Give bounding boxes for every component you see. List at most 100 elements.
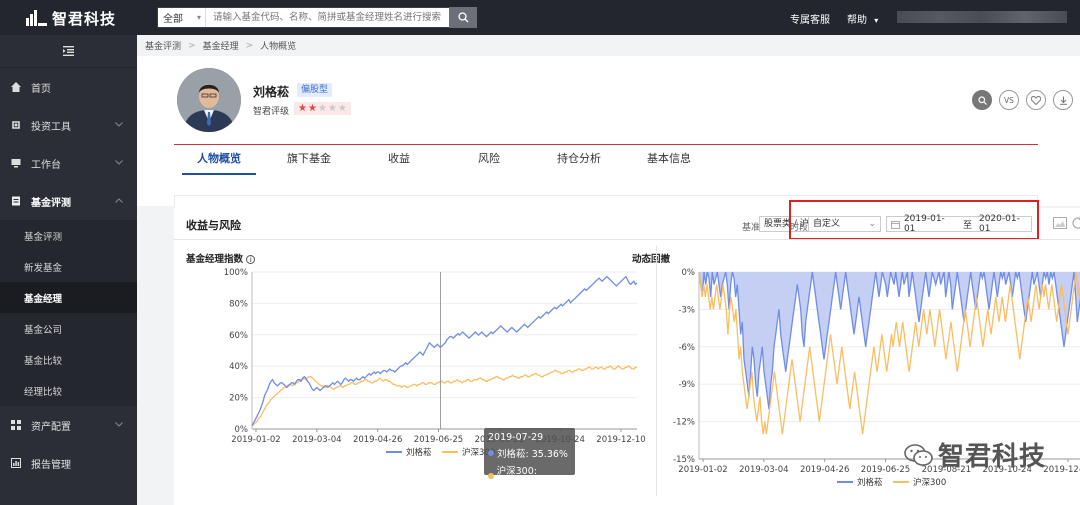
x-tick-label: 2019-04-26 bbox=[353, 435, 402, 445]
sidebar-item-label: 报告管理 bbox=[31, 459, 71, 471]
legend-dot-icon bbox=[488, 472, 494, 479]
watermark: 智君科技 bbox=[904, 436, 1046, 473]
y-tick-label: 80% bbox=[229, 299, 248, 309]
breadcrumb-item[interactable]: 基金经理 bbox=[203, 39, 239, 52]
caret-down-icon: ▾ bbox=[874, 16, 879, 25]
breadcrumb-item[interactable]: 基金评测 bbox=[145, 39, 181, 52]
chart-tooltip: 2019-07-29 刘格菘: 35.36% 沪深300: 29.79% bbox=[484, 428, 575, 488]
search-input[interactable] bbox=[206, 8, 449, 27]
chevron-down-icon bbox=[115, 419, 123, 430]
sidebar-item-label: 首页 bbox=[31, 83, 51, 95]
date-end: 2020-01-01 bbox=[978, 214, 1020, 234]
y-tick-label: 60% bbox=[229, 331, 248, 341]
x-tick-label: 2019-06-25 bbox=[861, 465, 910, 475]
x-tick-label: 2019-04-26 bbox=[800, 465, 849, 475]
sidebar-item-home[interactable]: 首页 bbox=[0, 68, 137, 106]
avatar bbox=[177, 68, 241, 132]
tooltip-row-manager: 刘格菘: 35.36% bbox=[488, 446, 571, 460]
chart-image-button[interactable] bbox=[1052, 215, 1068, 231]
x-tick-label: 2019-01-02 bbox=[678, 465, 727, 475]
search-icon bbox=[457, 12, 468, 23]
benchmark-label: 基准 bbox=[742, 223, 761, 233]
tab-bar: 人物概览 旗下基金 收益 风险 持仓分析 基本信息 bbox=[174, 145, 1038, 175]
logo[interactable]: 智君科技 bbox=[26, 8, 116, 28]
tools-icon bbox=[10, 119, 22, 131]
y-tick-label: -12% bbox=[673, 418, 695, 428]
main-content: 基金评测 > 基金经理 > 人物概览 刘格菘 偏股型 智君评级 ★ ★ ★ ★ ★ bbox=[137, 35, 1080, 505]
tab-returns[interactable]: 收益 bbox=[354, 145, 444, 172]
tab-holdings[interactable]: 持仓分析 bbox=[534, 145, 624, 172]
sidebar-sub-fund-company[interactable]: 基金公司 bbox=[0, 313, 137, 344]
wechat-icon bbox=[904, 443, 933, 466]
tooltip-benchmark-value: 沪深300: 29.79% bbox=[496, 466, 537, 488]
chevron-down-icon: ▾ bbox=[196, 13, 201, 22]
tab-basic-info[interactable]: 基本信息 bbox=[624, 145, 714, 172]
legend-dot-icon bbox=[488, 450, 494, 456]
sidebar-collapse-button[interactable] bbox=[0, 35, 137, 68]
evaluate-icon bbox=[10, 195, 22, 207]
search-scope-label: 全部 bbox=[163, 14, 183, 25]
favorite-button[interactable] bbox=[1026, 90, 1046, 110]
download-button[interactable] bbox=[1053, 90, 1073, 110]
series-line-刘格菘 bbox=[251, 275, 638, 427]
tab-overview[interactable]: 人物概览 bbox=[174, 145, 264, 175]
top-bar: 智君科技 全部 ▾ 专属客服 帮助 ▾ bbox=[0, 0, 1080, 35]
sidebar-item-label: 工作台 bbox=[31, 159, 61, 171]
sidebar-sub-manager-compare[interactable]: 经理比较 bbox=[0, 375, 137, 406]
legend-label: 刘格菘 bbox=[857, 477, 883, 488]
star-empty-icon: ★ bbox=[327, 102, 337, 114]
manager-name: 刘格菘 bbox=[253, 85, 290, 99]
date-range-picker[interactable]: 2019-01-01 至 2020-01-01 bbox=[886, 214, 1032, 234]
rating-stars: ★ ★ ★ ★ ★ bbox=[294, 102, 351, 115]
refresh-icon bbox=[1072, 216, 1080, 229]
y-tick-label: -9% bbox=[678, 380, 695, 390]
sidebar-sub-fund-eval[interactable]: 基金评测 bbox=[0, 220, 137, 251]
vs-icon: VS bbox=[1004, 95, 1014, 105]
breadcrumb: 基金评测 > 基金经理 > 人物概览 bbox=[137, 35, 1080, 56]
sidebar-item-workbench[interactable]: 工作台 bbox=[0, 144, 137, 182]
period-value: 自定义 bbox=[813, 219, 841, 229]
breadcrumb-current: 人物概览 bbox=[260, 42, 297, 52]
heart-icon bbox=[1031, 95, 1041, 105]
vs-compare-button[interactable]: VS bbox=[999, 90, 1019, 110]
x-tick-label: 2019-03-04 bbox=[292, 435, 341, 445]
sidebar-item-fund-eval[interactable]: 基金评测 bbox=[0, 182, 137, 220]
y-tick-label: 20% bbox=[229, 394, 248, 404]
search-button[interactable] bbox=[449, 7, 477, 28]
sidebar-item-label: 基金评测 bbox=[31, 197, 71, 209]
card-divider bbox=[174, 239, 1080, 240]
series-line-沪深300 bbox=[251, 365, 637, 427]
breadcrumb-separator-icon: > bbox=[188, 40, 196, 51]
rating-label: 智君评级 bbox=[253, 107, 290, 117]
service-link[interactable]: 专属客服 bbox=[790, 11, 830, 26]
date-start: 2019-01-01 bbox=[903, 214, 945, 234]
calendar-icon bbox=[891, 220, 900, 229]
period-select[interactable]: 自定义 ⌄ bbox=[808, 216, 881, 232]
sidebar-item-report[interactable]: 报告管理 bbox=[0, 444, 137, 482]
report-icon bbox=[10, 457, 22, 469]
sidebar-sub-fund-compare[interactable]: 基金比较 bbox=[0, 344, 137, 375]
y-tick-label: 0% bbox=[235, 425, 249, 435]
asset-icon bbox=[10, 419, 22, 431]
search-box: 全部 ▾ bbox=[157, 7, 477, 28]
sidebar-sub-fund-manager[interactable]: 基金经理 bbox=[0, 282, 137, 313]
star-filled-icon: ★ bbox=[307, 102, 317, 114]
sidebar-item-asset[interactable]: 资产配置 bbox=[0, 406, 137, 444]
search-icon bbox=[977, 95, 987, 105]
breadcrumb-separator-icon: > bbox=[245, 40, 254, 51]
card-title: 收益与风险 bbox=[186, 219, 241, 232]
y-tick-label: 100% bbox=[224, 268, 248, 278]
tab-funds[interactable]: 旗下基金 bbox=[264, 145, 354, 172]
action-buttons: VS bbox=[972, 90, 1073, 110]
help-menu[interactable]: 帮助 ▾ bbox=[847, 11, 878, 26]
star-empty-icon: ★ bbox=[337, 102, 347, 114]
search-action-button[interactable] bbox=[972, 90, 992, 110]
y-tick-label: -6% bbox=[678, 343, 695, 353]
menu-fold-icon bbox=[63, 46, 74, 56]
sidebar-item-tools[interactable]: 投资工具 bbox=[0, 106, 137, 144]
star-empty-icon: ★ bbox=[317, 102, 327, 114]
sidebar-sub-new-fund[interactable]: 新发基金 bbox=[0, 251, 137, 282]
search-scope-select[interactable]: 全部 ▾ bbox=[158, 8, 206, 27]
refresh-button[interactable] bbox=[1070, 215, 1080, 231]
tab-risk[interactable]: 风险 bbox=[444, 145, 534, 172]
